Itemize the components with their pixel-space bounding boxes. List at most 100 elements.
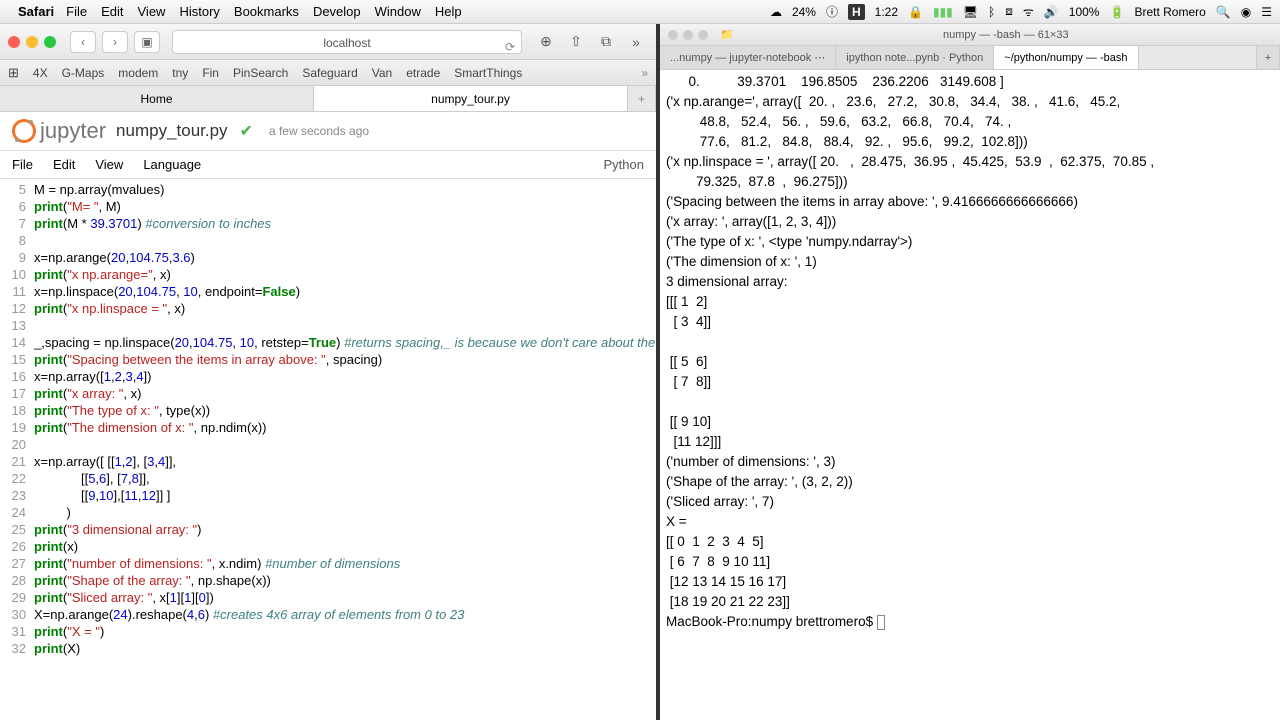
code-line[interactable]: 14_,spacing = np.linspace(20,104.75, 10,… <box>0 334 656 351</box>
term-new-tab-button[interactable]: + <box>1256 46 1280 69</box>
sidebar-button[interactable]: ▣ <box>134 31 160 53</box>
code-line[interactable]: 12print("x np.linspace = ", x) <box>0 300 656 317</box>
activity-icon[interactable]: ▮▮▮ <box>933 5 953 19</box>
close-window-button[interactable] <box>8 36 20 48</box>
code-line[interactable]: 26print(x) <box>0 538 656 555</box>
jupyter-menu-view[interactable]: View <box>95 157 123 172</box>
code-line[interactable]: 17print("x array: ", x) <box>0 385 656 402</box>
favorite-modem[interactable]: modem <box>118 66 158 80</box>
info-icon[interactable]: ⓘ <box>826 3 838 20</box>
code-line[interactable]: 6print("M= ", M) <box>0 198 656 215</box>
code-text: print(x) <box>34 538 656 555</box>
address-bar[interactable]: localhost ⟳ <box>172 30 522 54</box>
code-editor[interactable]: 5M = np.array(mvalues)6print("M= ", M)7p… <box>0 179 656 720</box>
term-tab-jupyter[interactable]: ...numpy — jupyter-notebook ⋯ <box>660 46 836 69</box>
favorite-tny[interactable]: tny <box>172 66 188 80</box>
code-line[interactable]: 31print("X = ") <box>0 623 656 640</box>
menu-develop[interactable]: Develop <box>313 4 361 19</box>
code-line[interactable]: 23 [[9,10],[11,12]] ] <box>0 487 656 504</box>
favorite-pinsearch[interactable]: PinSearch <box>233 66 288 80</box>
tab-numpy-tour[interactable]: numpy_tour.py <box>314 86 628 111</box>
menu-view[interactable]: View <box>138 4 166 19</box>
code-line[interactable]: 19print("The dimension of x: ", np.ndim(… <box>0 419 656 436</box>
menu-window[interactable]: Window <box>375 4 421 19</box>
jupyter-menu-edit[interactable]: Edit <box>53 157 75 172</box>
clock-time[interactable]: 1:22 <box>875 5 898 19</box>
favorite-gmaps[interactable]: G-Maps <box>62 66 105 80</box>
menu-bookmarks[interactable]: Bookmarks <box>234 4 299 19</box>
code-line[interactable]: 30X=np.arange(24).reshape(4,6) #creates … <box>0 606 656 623</box>
downloads-button[interactable]: ⊕ <box>534 31 558 53</box>
battery-percent[interactable]: 100% <box>1069 5 1100 19</box>
display-icon[interactable]: 🖥 <box>963 5 978 19</box>
code-line[interactable]: 28print("Shape of the array: ", np.shape… <box>0 572 656 589</box>
code-line[interactable]: 8 <box>0 232 656 249</box>
menu-file[interactable]: File <box>66 4 87 19</box>
code-line[interactable]: 32print(X) <box>0 640 656 657</box>
user-name[interactable]: Brett Romero <box>1134 5 1205 19</box>
share-button[interactable]: ⇧ <box>564 31 588 53</box>
term-close-button[interactable] <box>668 30 678 40</box>
siri-icon[interactable]: ◉ <box>1241 5 1251 19</box>
notification-center-icon[interactable]: ☰ <box>1261 5 1272 19</box>
overflow-button[interactable]: » <box>624 31 648 53</box>
favorite-smartthings[interactable]: SmartThings <box>454 66 522 80</box>
code-line[interactable]: 21x=np.array([ [[1,2], [3,4]], <box>0 453 656 470</box>
bluetooth-icon[interactable]: ᛒ <box>988 5 995 19</box>
code-line[interactable]: 16x=np.array([1,2,3,4]) <box>0 368 656 385</box>
code-line[interactable]: 18print("The type of x: ", type(x)) <box>0 402 656 419</box>
notebook-name[interactable]: numpy_tour.py <box>116 121 228 141</box>
jupyter-logo[interactable]: jupyter <box>12 118 106 144</box>
code-line[interactable]: 24 ) <box>0 504 656 521</box>
dropbox-icon[interactable]: ⧈ <box>1005 4 1013 19</box>
back-button[interactable]: ‹ <box>70 31 96 53</box>
term-fullscreen-button[interactable] <box>698 30 708 40</box>
code-line[interactable]: 11x=np.linspace(20,104.75, 10, endpoint=… <box>0 283 656 300</box>
spotlight-icon[interactable]: 🔍 <box>1216 5 1231 19</box>
favorite-4x[interactable]: 4X <box>33 66 48 80</box>
code-line[interactable]: 22 [[5,6], [7,8]], <box>0 470 656 487</box>
fullscreen-window-button[interactable] <box>44 36 56 48</box>
favorite-safeguard[interactable]: Safeguard <box>302 66 357 80</box>
menu-history[interactable]: History <box>179 4 219 19</box>
kernel-name[interactable]: Python <box>604 157 644 172</box>
new-tab-button[interactable]: + <box>628 86 656 111</box>
code-line[interactable]: 9x=np.arange(20,104.75,3.6) <box>0 249 656 266</box>
tab-home[interactable]: Home <box>0 86 314 111</box>
code-line[interactable]: 13 <box>0 317 656 334</box>
zoom-percent[interactable]: 24% <box>792 5 816 19</box>
tabs-button[interactable]: ⧉ <box>594 31 618 53</box>
code-text: x=np.arange(20,104.75,3.6) <box>34 249 656 266</box>
lock-icon[interactable]: 🔒 <box>908 5 923 19</box>
battery-icon[interactable]: 🔋 <box>1109 5 1124 19</box>
jupyter-menu-file[interactable]: File <box>12 157 33 172</box>
reload-icon[interactable]: ⟳ <box>505 35 515 59</box>
wifi-icon[interactable]: ᯤ <box>1023 3 1034 20</box>
favorite-fin[interactable]: Fin <box>202 66 219 80</box>
code-line[interactable]: 29print("Sliced array: ", x[1][1][0]) <box>0 589 656 606</box>
code-line[interactable]: 7print(M * 39.3701) #conversion to inche… <box>0 215 656 232</box>
code-line[interactable]: 25print("3 dimensional array: ") <box>0 521 656 538</box>
volume-icon[interactable]: 🔊 <box>1044 5 1059 19</box>
code-text: _,spacing = np.linspace(20,104.75, 10, r… <box>34 334 656 351</box>
cloud-icon[interactable]: ☁ <box>770 5 782 19</box>
code-line[interactable]: 10print("x np.arange=", x) <box>0 266 656 283</box>
code-line[interactable]: 20 <box>0 436 656 453</box>
term-tab-bash[interactable]: ~/python/numpy — -bash <box>994 46 1138 69</box>
favorites-overflow-icon[interactable]: » <box>641 66 648 80</box>
code-line[interactable]: 15print("Spacing between the items in ar… <box>0 351 656 368</box>
minimize-window-button[interactable] <box>26 36 38 48</box>
jupyter-menu-language[interactable]: Language <box>143 157 201 172</box>
menu-edit[interactable]: Edit <box>101 4 123 19</box>
term-tab-ipython[interactable]: ipython note...pynb · Python <box>836 46 994 69</box>
code-line[interactable]: 5M = np.array(mvalues) <box>0 181 656 198</box>
menu-help[interactable]: Help <box>435 4 462 19</box>
favorite-etrade[interactable]: etrade <box>406 66 440 80</box>
favorite-van[interactable]: Van <box>372 66 392 80</box>
code-line[interactable]: 27print("number of dimensions: ", x.ndim… <box>0 555 656 572</box>
terminal-output[interactable]: 0. 39.3701 196.8505 236.2206 3149.608 ] … <box>660 70 1280 720</box>
favorites-grid-icon[interactable]: ⊞ <box>8 65 19 81</box>
active-app-name[interactable]: Safari <box>18 4 54 19</box>
forward-button[interactable]: › <box>102 31 128 53</box>
term-minimize-button[interactable] <box>683 30 693 40</box>
